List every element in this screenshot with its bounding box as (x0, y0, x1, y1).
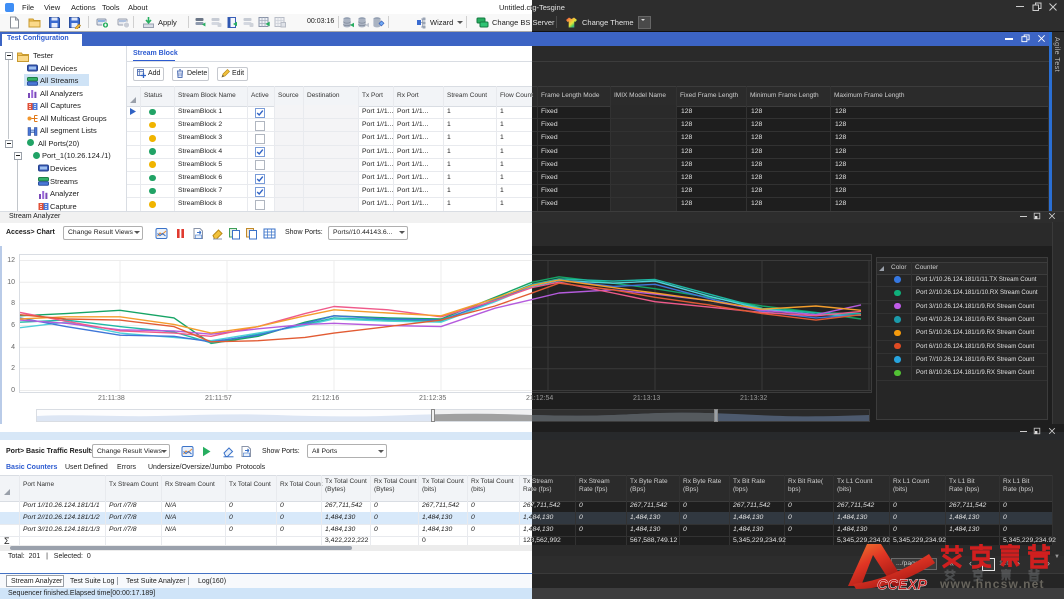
svg-text:CCEXP: CCEXP (877, 578, 927, 594)
